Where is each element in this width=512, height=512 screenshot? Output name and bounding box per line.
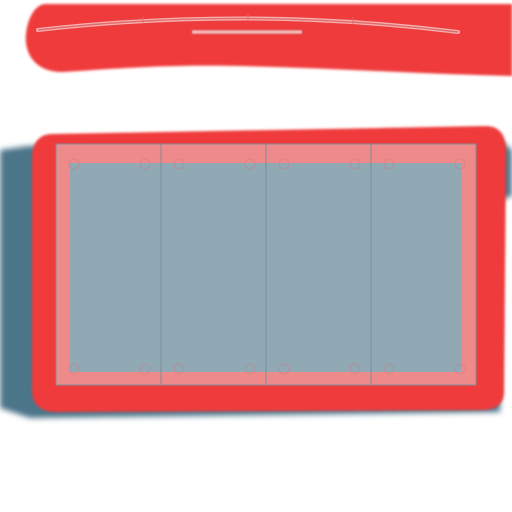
rail-bar (191, 29, 303, 35)
drawing-scene (0, 4, 512, 418)
top-highlight-group (25, 4, 512, 76)
canvas (0, 0, 512, 512)
top-highlight-stroke (25, 4, 512, 76)
